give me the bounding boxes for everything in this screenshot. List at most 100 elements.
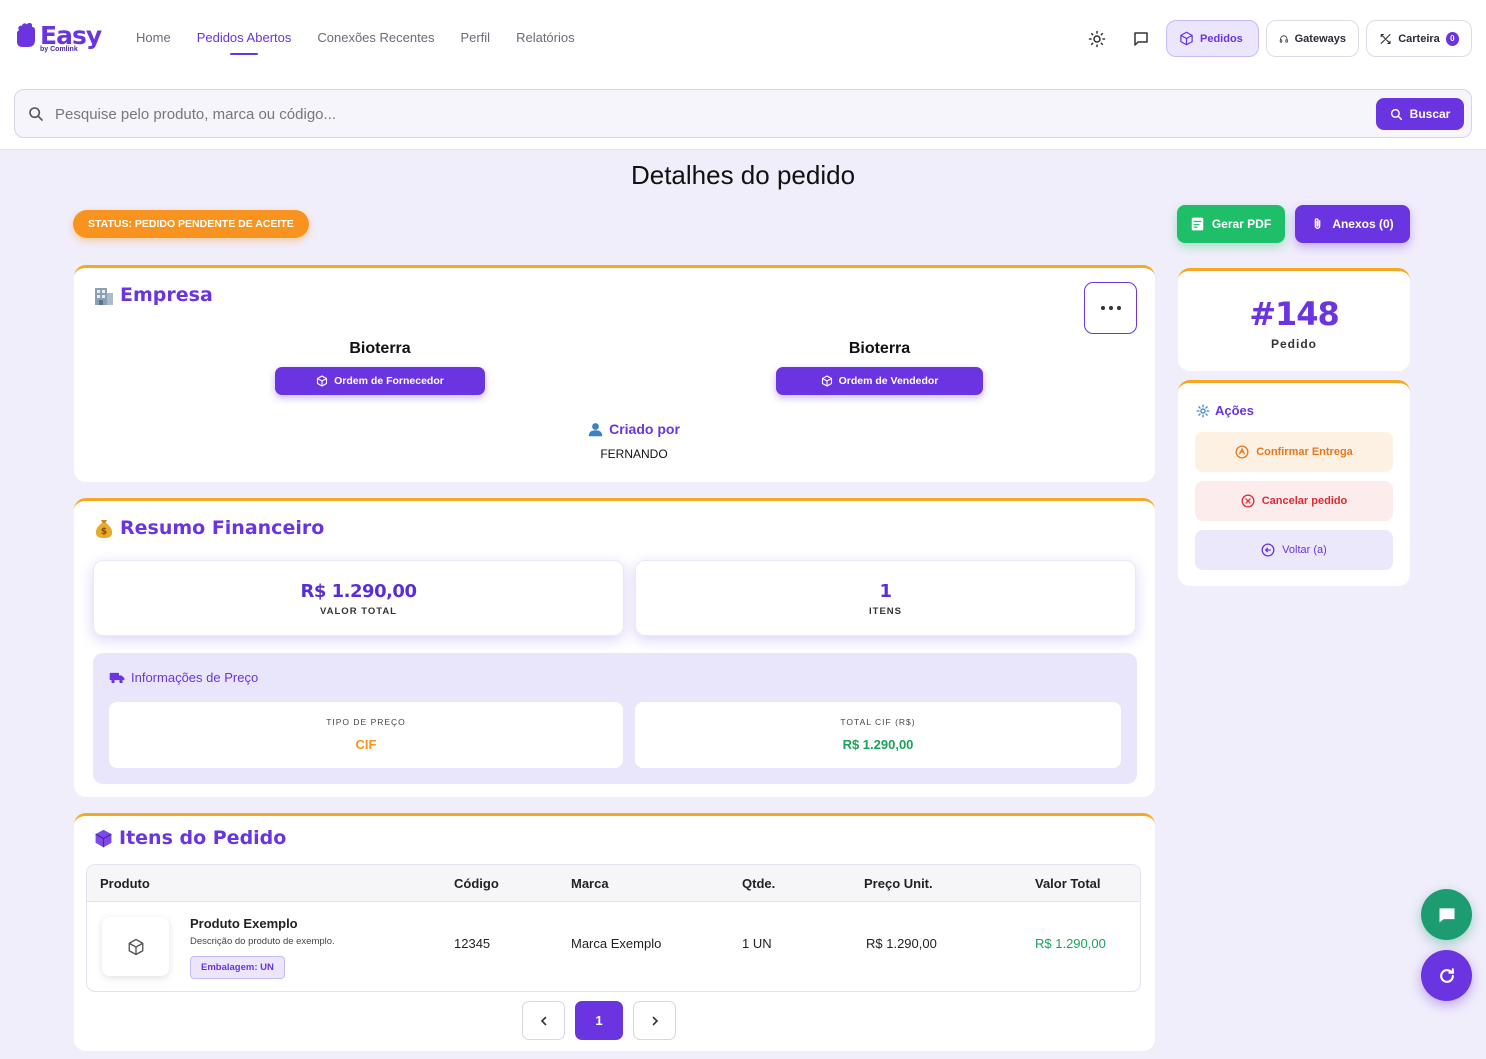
message-icon [1134, 32, 1148, 46]
itens-pedido-card: Itens do Pedido Produto Código Marca Qtd… [74, 813, 1155, 1051]
table-header: Produto Código Marca Qtde. Preço Unit. V… [87, 865, 1140, 902]
money-bag-icon: $ [95, 519, 113, 538]
product-code: 12345 [454, 936, 491, 951]
messages-button[interactable] [1130, 28, 1152, 50]
empresa-title: Empresa [94, 284, 213, 306]
status-badge: STATUS: PEDIDO PENDENTE DE ACEITE [73, 210, 309, 238]
chat-icon [1439, 907, 1454, 922]
box-icon [317, 375, 328, 387]
prev-page-button[interactable] [522, 1001, 565, 1040]
back-button-label: Voltar (a) [1282, 544, 1327, 556]
box-icon [1180, 31, 1193, 46]
items-table: Produto Código Marca Qtde. Preço Unit. V… [86, 864, 1141, 992]
resumo-financeiro-card: $ Resumo Financeiro R$ 1.290,00 VALOR TO… [74, 498, 1155, 797]
logo[interactable]: Easy by Comlink [14, 22, 102, 53]
search-button-label: Buscar [1409, 107, 1451, 121]
product-brand: Marca Exemplo [571, 936, 662, 951]
chevron-right-icon [652, 1016, 658, 1025]
nav-pedidos-abertos[interactable]: Pedidos Abertos [197, 30, 291, 55]
items-count-stat: 1 ITENS [635, 560, 1136, 636]
price-info-title: Informações de Preço [109, 670, 258, 685]
total-cif-cell: TOTAL CIF (R$) R$ 1.290,00 [635, 702, 1121, 768]
tools-icon [1380, 33, 1391, 44]
actions-card: Ações Confirmar Entrega Cancelar pedido … [1178, 380, 1410, 586]
confirm-delivery-label: Confirmar Entrega [1256, 446, 1353, 458]
col-codigo: Código [454, 876, 499, 891]
actions-title-text: Ações [1215, 403, 1255, 418]
close-circle-icon [1241, 494, 1255, 508]
refresh-icon [1439, 967, 1454, 983]
seller-order-button[interactable]: Ordem de Vendedor [776, 367, 983, 395]
total-value: R$ 1.290,00 [300, 581, 417, 602]
price-info-title-text: Informações de Preço [131, 670, 259, 685]
created-by-text: Criado por [609, 421, 680, 437]
price-type-cell: TIPO DE PREÇO CIF [109, 702, 623, 768]
carteira-badge: 0 [1445, 31, 1459, 46]
alert-circle-icon [1235, 445, 1249, 459]
refresh-fab-button[interactable] [1421, 950, 1472, 1001]
hand-logo-icon [17, 23, 35, 47]
dot-icon [1100, 306, 1105, 310]
attachments-label: Anexos (0) [1332, 217, 1394, 231]
total-cif-label: TOTAL CIF (R$) [840, 717, 916, 727]
next-page-button[interactable] [633, 1001, 676, 1040]
packaging-tag: Embalagem: UN [190, 956, 285, 979]
cancel-order-button[interactable]: Cancelar pedido [1195, 481, 1393, 521]
page-title: Detalhes do pedido [630, 160, 856, 190]
main-nav: Home Pedidos Abertos Conexões Recentes P… [136, 30, 575, 55]
user-icon [588, 422, 603, 436]
gateways-button[interactable]: Gateways [1266, 20, 1359, 57]
generate-pdf-button[interactable]: Gerar PDF [1177, 205, 1285, 243]
chat-fab-button[interactable] [1421, 889, 1472, 940]
generate-pdf-label: Gerar PDF [1211, 217, 1272, 231]
supplier-order-button[interactable]: Ordem de Fornecedor [275, 367, 485, 395]
col-qtde: Qtde. [742, 876, 776, 891]
created-by-name: FERNANDO [600, 446, 668, 461]
page-1-button[interactable]: 1 [575, 1001, 623, 1040]
col-marca: Marca [571, 876, 609, 891]
more-options-button[interactable] [1084, 282, 1137, 334]
pdf-icon [1191, 217, 1204, 231]
order-number-card: #148 Pedido [1178, 268, 1410, 371]
actions-title: Ações [1196, 403, 1254, 418]
product-thumbnail [102, 917, 169, 976]
total-value-label: VALOR TOTAL [320, 606, 397, 617]
product-description: Descrição do produto de exemplo. [190, 936, 335, 947]
gateways-button-label: Gateways [1294, 32, 1346, 45]
total-value-stat: R$ 1.290,00 VALOR TOTAL [93, 560, 624, 636]
carteira-button[interactable]: Carteira 0 [1366, 20, 1472, 57]
box-icon [128, 938, 143, 955]
dot-icon [1116, 306, 1121, 310]
itens-title-text: Itens do Pedido [119, 827, 287, 849]
pedidos-button-label: Pedidos [1200, 32, 1243, 45]
carteira-button-label: Carteira [1398, 32, 1440, 45]
headset-icon [1279, 34, 1288, 43]
search-input[interactable] [55, 100, 1355, 128]
price-info-box: Informações de Preço TIPO DE PREÇO CIF T… [93, 653, 1137, 784]
seller-block: Bioterra Ordem de Vendedor [776, 340, 983, 395]
total-cif-value: R$ 1.290,00 [842, 737, 914, 752]
nav-conexoes-recentes[interactable]: Conexões Recentes [317, 30, 434, 45]
logo-subtext: by Comlink [40, 46, 78, 53]
truck-icon [109, 672, 125, 684]
created-by: Criado por FERNANDO [74, 421, 1194, 461]
items-count-label: ITENS [869, 606, 902, 617]
back-button[interactable]: Voltar (a) [1195, 530, 1393, 570]
supplier-block: Bioterra Ordem de Fornecedor [275, 340, 485, 395]
nav-perfil[interactable]: Perfil [460, 30, 490, 45]
confirm-delivery-button[interactable]: Confirmar Entrega [1195, 432, 1393, 472]
search-bar: Buscar [14, 89, 1472, 138]
table-row[interactable]: Produto Exemplo Descrição do produto de … [87, 902, 1140, 991]
col-valor-total: Valor Total [1035, 876, 1101, 891]
nav-home[interactable]: Home [136, 30, 171, 45]
arrow-left-circle-icon [1261, 543, 1275, 557]
pedidos-button[interactable]: Pedidos [1166, 20, 1259, 57]
theme-toggle-button[interactable] [1086, 28, 1108, 50]
attachments-button[interactable]: Anexos (0) [1295, 205, 1410, 243]
resumo-title: $ Resumo Financeiro [94, 517, 324, 539]
top-bar: Easy by Comlink Home Pedidos Abertos Con… [0, 0, 1486, 150]
col-preco-unit: Preço Unit. [864, 876, 933, 891]
nav-relatorios[interactable]: Relatórios [516, 30, 575, 45]
search-button[interactable]: Buscar [1376, 98, 1464, 130]
price-type-label: TIPO DE PREÇO [326, 717, 406, 727]
